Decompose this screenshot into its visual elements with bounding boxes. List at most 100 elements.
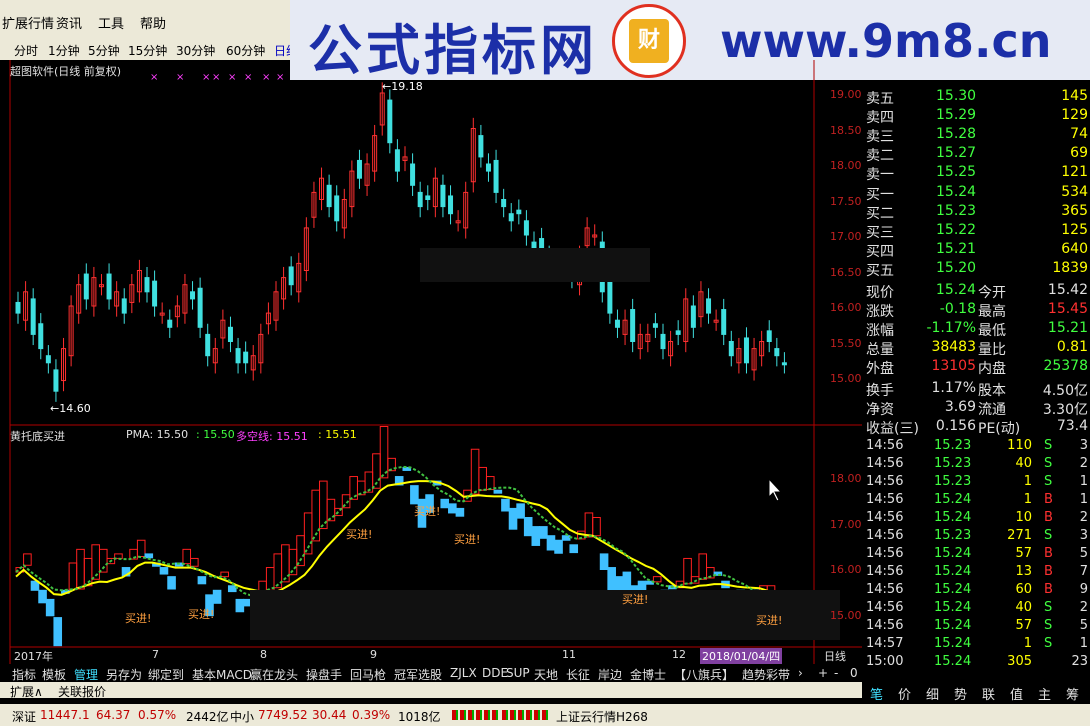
step-bar [470, 448, 480, 495]
indicator-tab[interactable]: 金博士 [630, 666, 666, 683]
tick-row: 14:56 15.24 1 B 1 [862, 492, 1090, 510]
level-price: 15.20 [936, 260, 977, 276]
indicator-tab[interactable]: 绑定到 [148, 666, 184, 683]
right-tab[interactable]: 主 [1038, 684, 1051, 703]
indicator-tab[interactable]: 操盘手 [306, 666, 342, 683]
tick-time: 14:56 [866, 528, 904, 543]
right-tab[interactable]: 细 [926, 684, 939, 703]
buy-signal: 买进! [125, 612, 152, 625]
indicator-tab[interactable]: ZJLX [450, 666, 477, 680]
indicator-tab[interactable]: 模板 [42, 666, 66, 683]
candle-body [493, 159, 499, 193]
tick-side: B [1044, 510, 1053, 525]
candlestick-chart[interactable]: × × × × × × × × [0, 60, 862, 664]
zoom-out-button[interactable]: - [834, 666, 838, 680]
green-ma-line [15, 465, 783, 598]
tick-price: 15.23 [934, 456, 972, 471]
indicator-tab[interactable]: 冠军选股 [394, 666, 442, 683]
sz-breadth-bar [452, 710, 498, 720]
indicator-axis-tick: 18.00 [830, 472, 862, 485]
right-tab[interactable]: 笔 [870, 684, 883, 703]
level-name: 卖三 [866, 129, 894, 145]
tick-price: 15.24 [934, 618, 972, 633]
tick-volume: 57 [1015, 618, 1032, 633]
indicator-tab[interactable]: 赢在龙头 [250, 666, 298, 683]
zoom-in-button[interactable]: + [818, 666, 828, 680]
indicator-tab[interactable]: 管理 [74, 666, 98, 683]
tick-count: 5 [1079, 546, 1088, 561]
level-name: 卖二 [866, 148, 894, 164]
axis-label: 2017年 [14, 650, 53, 663]
indicator-tab[interactable]: SUP [506, 666, 530, 680]
menu-item-help[interactable]: 帮助 [140, 13, 166, 32]
step-bar [53, 617, 63, 647]
level-volume: 1839 [1052, 260, 1088, 276]
right-tab[interactable]: 势 [954, 684, 967, 703]
quote-label: 最低 [978, 323, 1006, 339]
menu-item-ext[interactable]: 扩展行情 [2, 13, 54, 32]
price-axis-tick: 18.00 [830, 159, 862, 172]
tick-count: 2 [1079, 510, 1088, 525]
step-bar [68, 562, 78, 591]
quote-row: 涨跌 -0.18 最高 15.45 [866, 301, 1090, 320]
level-volume: 121 [1061, 164, 1088, 180]
candle-body [190, 291, 196, 300]
orderbook-buy-row: 买四 15.21 640 [866, 241, 1090, 260]
menu-item-news[interactable]: 资讯 [56, 13, 82, 32]
candle-body [334, 195, 340, 222]
indicator-tab[interactable]: DDE [482, 666, 508, 680]
right-tab[interactable]: 价 [898, 684, 911, 703]
step-bar [410, 485, 419, 505]
tick-count: 23 [1071, 654, 1088, 669]
level-volume: 534 [1061, 184, 1088, 200]
tf-1m[interactable]: 1分钟 [48, 42, 80, 59]
indicator-tab[interactable]: 回马枪 [350, 666, 386, 683]
indicator-tab[interactable]: 指标 [12, 666, 36, 683]
indicator-tab[interactable]: 【八旗兵】 [674, 666, 734, 683]
indicator-tab[interactable]: 另存为 [106, 666, 142, 683]
quote-label: 涨幅 [866, 323, 894, 339]
quote-value: 0.156 [935, 418, 976, 434]
level-name: 买二 [866, 206, 894, 222]
indicator-tab[interactable]: 岸边 [598, 666, 622, 683]
tf-60m[interactable]: 60分钟 [226, 42, 265, 59]
tf-fenshi[interactable]: 分时 [14, 42, 38, 59]
candle-body [417, 191, 423, 208]
candle-body [743, 337, 749, 364]
quote-value: 4.50亿 [1042, 383, 1088, 399]
pma-value: : 15.50 [196, 428, 235, 441]
step-bar [144, 553, 154, 559]
indicator-tab[interactable]: 长征 [566, 666, 590, 683]
indicator-tab[interactable]: 基本MACD [192, 666, 252, 683]
candle-body [30, 298, 36, 335]
indicator-tab[interactable]: 趋势彩带 [742, 666, 790, 683]
price-axis-tick: 19.00 [830, 88, 862, 101]
high-label: ←19.18 [382, 80, 423, 93]
step-bar [584, 512, 594, 538]
reset-button[interactable]: 0 [850, 666, 858, 680]
candle-body [53, 369, 59, 392]
indicator-tab[interactable]: 天地 [534, 666, 558, 683]
right-tab[interactable]: 值 [1010, 684, 1023, 703]
right-tab[interactable]: 筹 [1066, 684, 1079, 703]
right-tab[interactable]: 联 [982, 684, 995, 703]
level-name: 卖四 [866, 110, 894, 126]
step-bar [607, 567, 616, 594]
tf-15m[interactable]: 15分钟 [128, 42, 167, 59]
watermark-box [250, 590, 840, 640]
step-bar [554, 539, 563, 554]
chart-title: 超图软件(日线 前复权) [10, 65, 122, 78]
related-quote-button[interactable]: 关联报价 [58, 683, 106, 700]
candle-body [607, 280, 613, 314]
quote-label: 换手 [866, 383, 894, 399]
candle-body [675, 330, 681, 335]
expand-button[interactable]: 扩展∧ [10, 683, 43, 700]
tab-scroll-right-icon[interactable]: › [798, 666, 803, 680]
tick-volume: 1 [1023, 636, 1032, 651]
tf-30m[interactable]: 30分钟 [176, 42, 215, 59]
sz-label: 深证 [12, 710, 37, 724]
level-price: 15.22 [936, 222, 977, 238]
tf-5m[interactable]: 5分钟 [88, 42, 120, 59]
quote-value: 73.4 [1056, 418, 1088, 434]
menu-item-tools[interactable]: 工具 [98, 13, 124, 32]
